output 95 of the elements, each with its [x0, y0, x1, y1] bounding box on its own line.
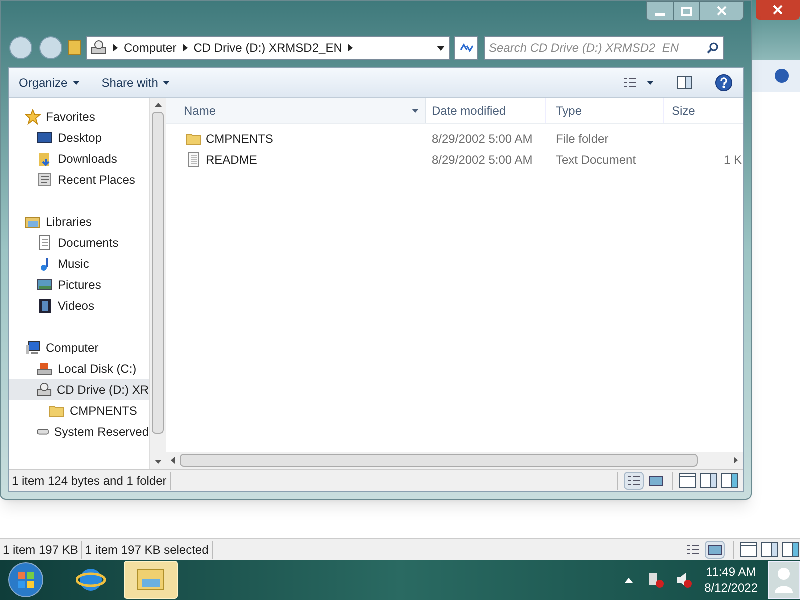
sidebar-item[interactable]: CMPNENTS: [9, 400, 149, 421]
person-silhouette-icon: [774, 566, 794, 594]
dropdown-icon[interactable]: [437, 46, 445, 50]
details-pane-icon[interactable]: [761, 542, 779, 558]
scroll-left-icon[interactable]: [170, 457, 176, 464]
video-icon: [37, 298, 53, 314]
details-view-button[interactable]: [624, 472, 644, 490]
sidebar-item[interactable]: Downloads: [9, 148, 149, 169]
minimize-icon: [655, 13, 665, 16]
preview-pane-icon[interactable]: [677, 76, 693, 90]
type-cell-text: File folder: [555, 130, 610, 148]
status-text: 1 item 124 bytes and 1 folder: [9, 472, 171, 490]
date-cell-text: 8/29/2002 5:00 AM: [431, 130, 534, 148]
chevron-icon: [182, 44, 188, 52]
network-icon[interactable]: [646, 571, 665, 589]
disk-icon: [37, 360, 53, 376]
refresh-icon: [459, 42, 473, 54]
list-icon: [686, 544, 700, 556]
toolbar-button[interactable]: Organize: [19, 74, 80, 92]
address-bar[interactable]: Computer CD Drive (D:) XRMSD2_EN: [86, 36, 450, 60]
breadcrumb[interactable]: Computer: [124, 39, 177, 57]
file-name: CMPNENTS: [206, 130, 274, 148]
sidebar-group[interactable]: Libraries: [9, 211, 149, 232]
file-name: README: [206, 152, 258, 168]
column-header[interactable]: Type: [546, 98, 664, 123]
preview-view-button[interactable]: [705, 540, 725, 558]
folder-icon: [136, 567, 166, 593]
sidebar-item[interactable]: Pictures: [9, 274, 149, 295]
close-icon: [773, 5, 783, 15]
picture-icon: [708, 544, 722, 556]
maximize-icon: [681, 6, 692, 16]
toolbar-button[interactable]: Share with: [102, 74, 170, 92]
preview-pane-icon[interactable]: [782, 542, 800, 558]
search-field[interactable]: Search CD Drive (D:) XRMSD2_EN: [484, 36, 724, 60]
file-row[interactable]: CMPNENTS 8/29/2002 5:00 AM File folder: [166, 128, 743, 149]
picture-icon: [649, 474, 663, 486]
view-options-icon[interactable]: [623, 76, 655, 88]
maximize-button[interactable]: [673, 2, 699, 20]
sidebar-item[interactable]: Desktop: [9, 127, 149, 148]
chevron-icon: [113, 44, 118, 52]
sidebar-group[interactable]: Computer: [9, 337, 149, 358]
cd-icon: [37, 382, 52, 398]
sidebar-item[interactable]: Videos: [9, 295, 149, 316]
clock-time: 11:49 AM: [706, 564, 756, 580]
sidebar-item[interactable]: Local Disk (C:): [9, 358, 149, 379]
column-header[interactable]: Size: [664, 98, 743, 123]
search-icon: [707, 42, 719, 54]
date-cell-text: 8/29/2002 5:00 AM: [431, 152, 534, 168]
breadcrumb[interactable]: CD Drive (D:) XRMSD2_EN: [194, 39, 342, 57]
status-text: 1 item 197 KB: [0, 540, 82, 558]
preview-pane-icon[interactable]: [721, 472, 739, 488]
sidebar-item[interactable]: Music: [9, 253, 149, 274]
caret-icon: [163, 80, 170, 84]
column-header[interactable]: Name: [166, 98, 426, 123]
scroll-thumb[interactable]: [180, 454, 698, 467]
caret-icon: [72, 80, 80, 84]
column-header[interactable]: Date modified: [426, 98, 546, 123]
speaker-muted-icon[interactable]: [674, 571, 693, 589]
desktop-icon: [37, 130, 53, 146]
sidebar-item[interactable]: System Reserved: [9, 421, 149, 442]
horizontal-scrollbar[interactable]: [166, 452, 743, 469]
tray-arrow-icon[interactable]: [624, 578, 633, 582]
clock-date: 8/12/2022: [704, 580, 758, 596]
star-icon: [25, 108, 41, 124]
sidebar-item[interactable]: CD Drive (D:) XR: [9, 379, 149, 400]
close-button[interactable]: [699, 2, 743, 20]
file-row[interactable]: README 8/29/2002 5:00 AM Text Document 1 K: [166, 149, 743, 170]
list-icon: [627, 474, 641, 486]
picture-icon: [37, 276, 53, 292]
sidebar-item[interactable]: Recent Places: [9, 169, 149, 190]
layout-pane-icon[interactable]: [679, 472, 697, 488]
chevron-icon: [348, 44, 354, 52]
scroll-right-icon[interactable]: [733, 457, 739, 464]
start-button[interactable]: [6, 561, 46, 599]
recent-icon: [37, 172, 53, 188]
caret-icon: [412, 108, 419, 112]
sidebar-group[interactable]: Favorites: [9, 106, 149, 127]
size-cell: 1 K: [724, 152, 742, 166]
document-icon: [37, 234, 53, 250]
close-button[interactable]: [756, 0, 800, 20]
drive-icon: [37, 428, 50, 436]
scroll-thumb[interactable]: [152, 112, 164, 434]
details-pane-icon[interactable]: [700, 472, 718, 488]
sidebar-item[interactable]: Documents: [9, 232, 149, 253]
folder-icon: [68, 39, 82, 57]
close-icon: [716, 6, 726, 16]
status-text: 1 item 197 KB selected: [82, 540, 213, 558]
refresh-button[interactable]: [454, 36, 478, 60]
computer-icon: [25, 340, 41, 356]
text-file-icon: [186, 152, 202, 168]
drive-icon: [91, 40, 107, 56]
layout-pane-icon[interactable]: [740, 542, 758, 558]
vertical-scrollbar[interactable]: [150, 98, 166, 469]
taskbar-app[interactable]: [124, 561, 178, 599]
type-cell-text: Text Document: [555, 152, 638, 168]
